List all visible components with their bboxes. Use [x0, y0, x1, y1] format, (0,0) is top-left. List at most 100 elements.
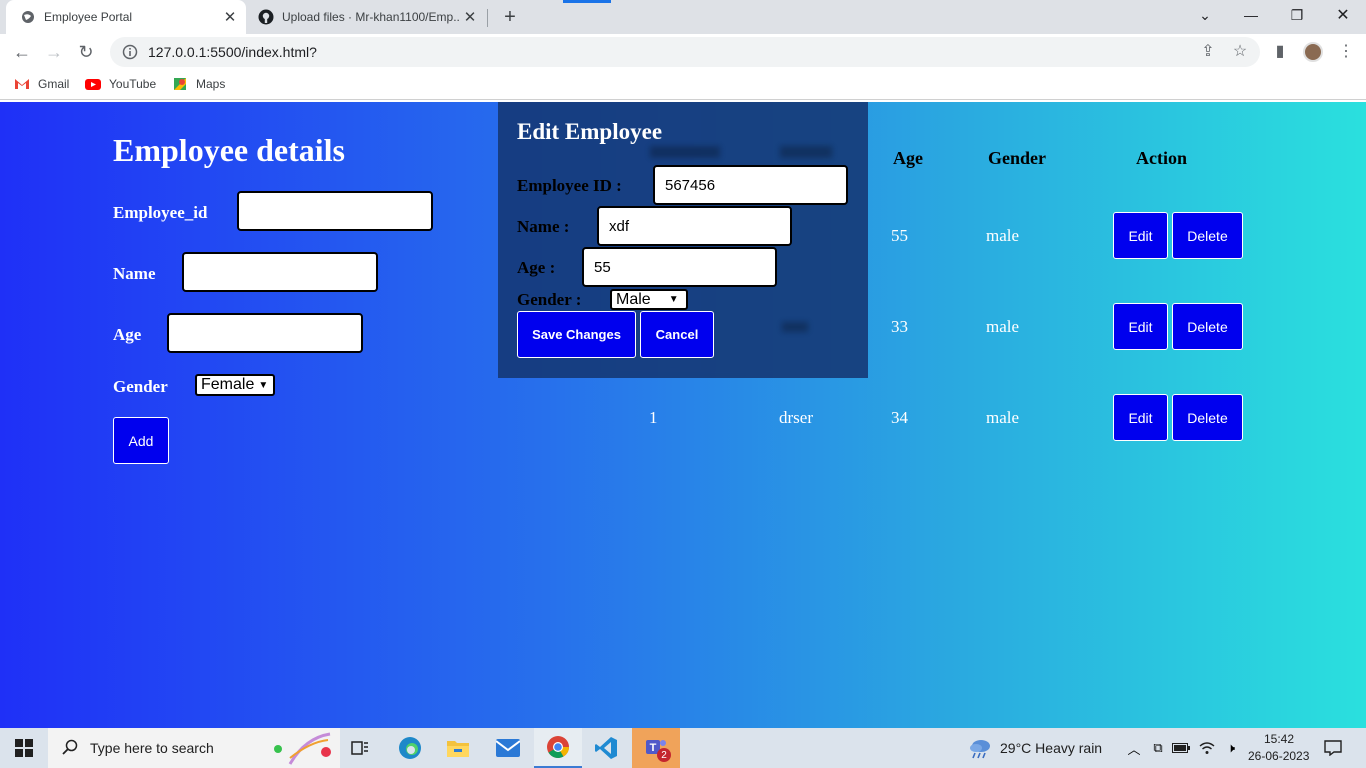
- column-header-age: Age: [893, 148, 923, 168]
- profile-avatar[interactable]: [1303, 42, 1323, 62]
- address-bar[interactable]: 127.0.0.1:5500/index.html?: [110, 37, 1260, 67]
- delete-button[interactable]: Delete: [1172, 212, 1243, 259]
- task-view-icon[interactable]: [340, 728, 380, 768]
- windows-taskbar: Type here to search T 2 29°C Heavy rain …: [0, 728, 1366, 768]
- side-panel-icon[interactable]: ▮: [1266, 37, 1294, 65]
- employee-id-input[interactable]: [237, 191, 433, 231]
- browser-tab-bar: Employee Portal ✕ Upload files · Mr-khan…: [0, 0, 1366, 34]
- tab-search-chevron-icon[interactable]: ⌄: [1182, 0, 1228, 30]
- vscode-icon[interactable]: [584, 728, 628, 768]
- windows-start-icon[interactable]: [0, 728, 48, 768]
- employee-id-label: Employee_id: [113, 203, 208, 222]
- modal-gender-select-value: Male: [616, 290, 651, 308]
- edit-button[interactable]: Edit: [1113, 212, 1168, 259]
- chevron-up-icon[interactable]: ︿: [1124, 728, 1144, 768]
- modal-gender-select[interactable]: Male ▼: [610, 289, 688, 310]
- tab-separator: [487, 9, 488, 27]
- edit-button[interactable]: Edit: [1113, 303, 1168, 350]
- modal-gender-label: Gender :: [517, 290, 582, 309]
- gmail-icon: [14, 76, 30, 92]
- save-changes-button[interactable]: Save Changes: [517, 311, 636, 358]
- teams-icon[interactable]: T 2: [632, 728, 680, 768]
- bookmark-star-icon[interactable]: ☆: [1226, 37, 1254, 65]
- close-window-icon[interactable]: ✕: [1320, 0, 1366, 30]
- bookmark-label: Gmail: [38, 77, 70, 91]
- cell-employee-id: 1: [649, 408, 658, 427]
- taskbar-search-input[interactable]: Type here to search: [48, 728, 340, 768]
- search-highlight-icon: [270, 728, 340, 768]
- reload-icon[interactable]: ↻: [72, 38, 100, 66]
- weather-icon[interactable]: [966, 728, 994, 768]
- delete-button[interactable]: Delete: [1172, 394, 1243, 441]
- clock-date[interactable]: 26-06-2023: [1248, 749, 1309, 763]
- mail-icon[interactable]: [486, 728, 530, 768]
- modal-name-label: Name :: [517, 217, 570, 236]
- chevron-down-icon: ▼: [258, 379, 269, 391]
- column-header-gender: Gender: [988, 148, 1046, 168]
- blurred-cell: [782, 322, 808, 332]
- edge-icon[interactable]: [388, 728, 432, 768]
- tab-upload-files[interactable]: Upload files · Mr-khan1100/Emp... ✕: [250, 0, 486, 34]
- modal-name-input[interactable]: xdf: [597, 206, 792, 246]
- tab-title: Upload files · Mr-khan1100/Emp...: [282, 10, 460, 24]
- menu-kebab-icon[interactable]: ⋮: [1332, 37, 1360, 65]
- share-icon[interactable]: ⇪: [1194, 37, 1222, 65]
- tab-employee-portal[interactable]: Employee Portal ✕: [6, 0, 246, 34]
- file-explorer-icon[interactable]: [436, 728, 480, 768]
- modal-employee-id-input[interactable]: 567456: [653, 165, 848, 205]
- back-icon[interactable]: ←: [8, 38, 36, 66]
- close-tab-icon[interactable]: ✕: [220, 7, 240, 27]
- cancel-button[interactable]: Cancel: [640, 311, 714, 358]
- clock-time[interactable]: 15:42: [1264, 732, 1294, 746]
- modal-age-input[interactable]: 55: [582, 247, 777, 287]
- bookmarks-bar: Gmail YouTube Maps: [0, 70, 1366, 100]
- tab-title: Employee Portal: [44, 10, 133, 24]
- modal-title: Edit Employee: [517, 119, 663, 144]
- notification-center-icon[interactable]: [1318, 728, 1348, 768]
- bookmark-label: Maps: [196, 77, 226, 91]
- site-info-icon[interactable]: [122, 44, 138, 60]
- maps-icon: [172, 76, 188, 92]
- cell-age: 33: [891, 317, 908, 336]
- cell-name: drser: [779, 408, 813, 427]
- age-label: Age: [113, 325, 142, 344]
- name-input[interactable]: [182, 252, 378, 292]
- page-title: Employee details: [113, 132, 345, 168]
- minimize-icon[interactable]: —: [1228, 0, 1274, 30]
- bookmark-maps[interactable]: Maps: [172, 76, 225, 92]
- bookmark-gmail[interactable]: Gmail: [14, 76, 69, 92]
- youtube-icon: [85, 76, 101, 92]
- cell-age: 34: [891, 408, 908, 427]
- weather-text[interactable]: 29°C Heavy rain: [1000, 740, 1102, 756]
- edit-employee-modal: Edit Employee Employee ID : 567456 Name …: [498, 102, 868, 378]
- wifi-icon[interactable]: [1196, 728, 1218, 768]
- browser-toolbar: ← → ↻ 127.0.0.1:5500/index.html? ⇪ ☆ ▮ ⋮: [0, 34, 1366, 70]
- age-input[interactable]: [167, 313, 363, 353]
- close-tab-icon[interactable]: ✕: [460, 7, 480, 27]
- delete-button[interactable]: Delete: [1172, 303, 1243, 350]
- blurred-header: [780, 146, 832, 158]
- forward-icon[interactable]: →: [40, 38, 68, 66]
- notification-badge: 2: [657, 748, 671, 762]
- cell-gender: male: [986, 226, 1020, 245]
- edit-button[interactable]: Edit: [1113, 394, 1168, 441]
- gender-select-value: Female: [201, 376, 255, 393]
- new-tab-icon[interactable]: +: [498, 5, 522, 29]
- meet-now-icon[interactable]: ⧉: [1148, 728, 1168, 768]
- volume-muted-icon[interactable]: 🕨: [1220, 728, 1242, 768]
- bookmark-youtube[interactable]: YouTube: [85, 76, 156, 92]
- battery-icon[interactable]: [1170, 728, 1192, 768]
- cell-gender: male: [986, 317, 1020, 336]
- chrome-icon[interactable]: [534, 728, 582, 768]
- url-text: 127.0.0.1:5500/index.html?: [148, 44, 317, 60]
- tab-strip-accent: [563, 0, 611, 3]
- restore-icon[interactable]: ❐: [1274, 0, 1320, 30]
- modal-age-label: Age :: [517, 258, 556, 277]
- page-content: Employee details Employee_id Name Age Ge…: [0, 102, 1366, 728]
- github-icon: [258, 9, 274, 25]
- svg-text:T: T: [650, 742, 657, 754]
- globe-icon: [20, 9, 36, 25]
- search-placeholder: Type here to search: [90, 740, 214, 756]
- gender-select[interactable]: Female ▼: [195, 374, 275, 396]
- add-button[interactable]: Add: [113, 417, 169, 464]
